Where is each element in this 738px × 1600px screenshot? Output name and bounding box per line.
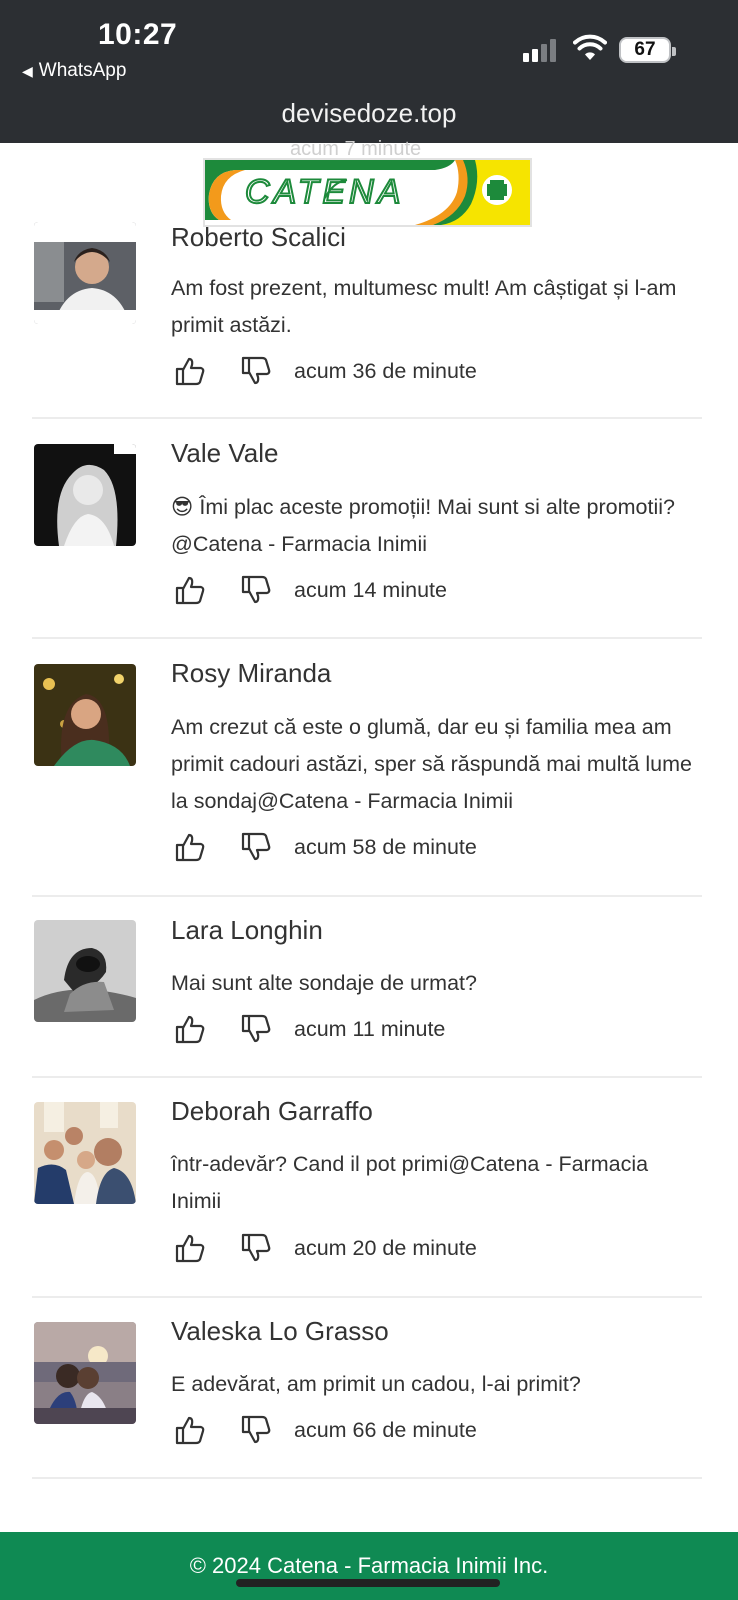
comment-time: acum 66 de minute [294, 1417, 477, 1442]
comment-item: Rosy Miranda Am crezut că este o glumă, … [32, 639, 702, 897]
comment-author[interactable]: Vale Vale [171, 438, 278, 469]
avatar[interactable] [34, 1322, 136, 1424]
avatar[interactable] [34, 920, 136, 1022]
comment-time: acum 36 de minute [294, 358, 477, 383]
back-to-app-button[interactable]: ◀ WhatsApp [22, 60, 126, 82]
thumbs-down-icon[interactable] [240, 831, 272, 863]
comment-author[interactable]: Lara Longhin [171, 915, 323, 946]
thumbs-down-icon[interactable] [240, 355, 272, 387]
battery-level: 67 [634, 39, 656, 60]
status-bar: 10:27 ◀ WhatsApp 67 devisedoze.top [0, 0, 738, 143]
comment-actions: acum 14 minute [174, 572, 447, 608]
cellular-signal-icon [523, 38, 556, 62]
avatar[interactable] [34, 1102, 136, 1204]
comment-time: acum 58 de minute [294, 834, 477, 859]
comment-text: într-adevăr? Cand il pot primi@Catena - … [171, 1152, 649, 1213]
thumbs-up-icon[interactable] [174, 355, 206, 387]
thumbs-up-icon[interactable] [174, 574, 206, 606]
back-triangle-icon: ◀ [22, 62, 33, 79]
thumbs-up-icon[interactable] [174, 831, 206, 863]
comment-text: Am fost prezent, multumesc mult! Am câșt… [171, 276, 677, 337]
thumbs-down-icon[interactable] [240, 1232, 272, 1264]
comment-item: Roberto Scalici Am fost prezent, multume… [32, 222, 702, 419]
address-bar-url[interactable]: devisedoze.top [0, 98, 738, 129]
comment-item: Lara Longhin Mai sunt alte sondaje de ur… [32, 897, 702, 1078]
comment-actions: acum 66 de minute [174, 1412, 477, 1448]
comment-time: acum 14 minute [294, 577, 447, 602]
comment-actions: acum 20 de minute [174, 1230, 477, 1266]
thumbs-up-icon[interactable] [174, 1013, 206, 1045]
comment-text: Mai sunt alte sondaje de urmat? [171, 971, 477, 995]
status-time: 10:27 [98, 18, 178, 51]
comment-text: 😎 Îmi plac aceste promoții! Mai sunt si … [171, 495, 675, 556]
battery-icon: 67 [619, 37, 676, 63]
comment-item: Deborah Garraffo într-adevăr? Cand il po… [32, 1078, 702, 1298]
comment-item: Vale Vale 😎 Îmi plac aceste promoții! Ma… [32, 419, 702, 639]
comment-text: E adevărat, am primit un cadou, l-ai pri… [171, 1372, 581, 1396]
comment-author[interactable]: Deborah Garraffo [171, 1096, 373, 1127]
comment-time: acum 11 minute [294, 1016, 446, 1041]
comment-author[interactable]: Valeska Lo Grasso [171, 1316, 389, 1347]
avatar[interactable] [34, 222, 136, 324]
catena-logo: CATENA [203, 158, 532, 227]
home-indicator[interactable] [236, 1579, 500, 1587]
thumbs-up-icon[interactable] [174, 1232, 206, 1264]
thumbs-down-icon[interactable] [240, 1414, 272, 1446]
footer-copyright: © 2024 Catena - Farmacia Inimii Inc. [189, 1553, 549, 1578]
comment-actions: acum 36 de minute [174, 353, 477, 389]
thumbs-down-icon[interactable] [240, 574, 272, 606]
comment-author[interactable]: Roberto Scalici [171, 222, 346, 253]
thumbs-up-icon[interactable] [174, 1414, 206, 1446]
avatar[interactable] [34, 444, 136, 546]
comment-time: acum 20 de minute [294, 1235, 477, 1260]
thumbs-down-icon[interactable] [240, 1013, 272, 1045]
page-footer: © 2024 Catena - Farmacia Inimii Inc. [0, 1532, 738, 1600]
comment-text: Am crezut că este o glumă, dar eu și fam… [171, 715, 692, 813]
comment-actions: acum 58 de minute [174, 829, 477, 865]
logo-text: CATENA [245, 173, 404, 211]
comment-actions: acum 11 minute [174, 1011, 445, 1047]
wifi-icon [573, 34, 607, 60]
comment-item: Valeska Lo Grasso E adevărat, am primit … [32, 1298, 702, 1479]
back-app-label: WhatsApp [38, 60, 127, 81]
avatar[interactable] [34, 664, 136, 766]
comment-author[interactable]: Rosy Miranda [171, 658, 331, 689]
